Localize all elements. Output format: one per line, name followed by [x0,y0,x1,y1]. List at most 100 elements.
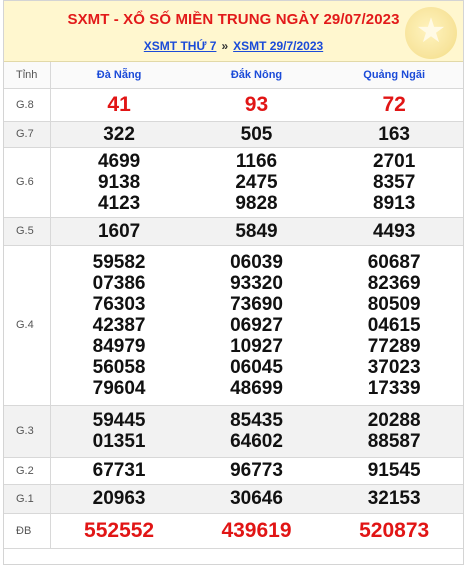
prize-cell: 32153 [325,484,463,514]
prize-number[interactable]: 96773 [188,460,326,481]
column-header-province[interactable]: Đắk Nông [187,62,326,89]
prize-number[interactable]: 10927 [188,336,326,357]
prize-row: G.3 59445 01351 85435 64602 20288 88587 [4,405,463,458]
prize-cell: 5849 [187,217,326,246]
prize-label: G.6 [4,147,51,218]
prize-number[interactable]: 2475 [188,172,326,193]
prize-label: G.5 [4,217,51,246]
prize-cell: 4493 [325,217,463,246]
prize-number[interactable]: 8913 [325,193,463,214]
prize-number[interactable]: 60687 [325,252,463,273]
prize-number[interactable]: 9138 [51,172,188,193]
prize-number[interactable]: 80509 [325,294,463,315]
nav-link-date[interactable]: XSMT 29/7/2023 [233,39,323,53]
column-header-province[interactable]: Quảng Ngãi [325,62,463,89]
prize-cell: 20288 88587 [325,405,463,458]
prize-number[interactable]: 59582 [51,252,188,273]
prize-number[interactable]: 93320 [188,273,326,294]
prize-number[interactable]: 07386 [51,273,188,294]
prize-number[interactable]: 42387 [51,315,188,336]
prize-number[interactable]: 82369 [325,273,463,294]
prize-number[interactable]: 73690 [188,294,326,315]
prize-cell: 520873 [325,513,463,549]
prize-cell: 91545 [325,457,463,485]
column-header-label: Tỉnh [4,62,51,89]
prize-number[interactable]: 32153 [325,488,463,509]
prize-number[interactable]: 520873 [325,520,463,541]
prize-number[interactable]: 56058 [51,357,188,378]
prize-number[interactable]: 93 [188,94,326,115]
prize-number[interactable]: 163 [325,124,463,145]
prize-number[interactable]: 17339 [325,378,463,399]
prize-number[interactable]: 77289 [325,336,463,357]
star-icon: ★ [405,7,457,59]
prize-number[interactable]: 20288 [325,410,463,431]
prize-cell: 67731 [50,457,188,485]
prize-number[interactable]: 76303 [51,294,188,315]
prize-number[interactable]: 2701 [325,151,463,172]
prize-number[interactable]: 06927 [188,315,326,336]
prize-cell: 1166 2475 9828 [187,147,326,218]
prize-number[interactable]: 41 [51,94,188,115]
prize-number[interactable]: 4699 [51,151,188,172]
prize-cell: 59582 07386 76303 42387 84979 56058 79604 [50,245,188,406]
prize-number[interactable]: 06039 [188,252,326,273]
results-panel: SXMT - XỔ SỐ MIỀN TRUNG NGÀY 29/07/2023 … [3,0,464,565]
prize-label: G.4 [4,245,51,406]
prize-number[interactable]: 8357 [325,172,463,193]
prize-row: G.6 4699 9138 4123 1166 2475 9828 2701 8357 8913 [4,147,463,218]
prize-cell: 552552 [50,513,188,549]
prize-label: G.3 [4,405,51,458]
prize-number[interactable]: 37023 [325,357,463,378]
prize-label: G.2 [4,457,51,485]
prize-cell: 1607 [50,217,188,246]
prize-number[interactable]: 64602 [188,431,326,452]
prize-number[interactable]: 552552 [51,520,188,541]
breadcrumb-separator: » [221,39,229,53]
prize-number[interactable]: 5849 [188,221,326,242]
prize-number[interactable]: 01351 [51,431,188,452]
prize-number[interactable]: 1166 [188,151,326,172]
prize-number[interactable]: 20963 [51,488,188,509]
prize-number[interactable]: 84979 [51,336,188,357]
prize-cell: 60687 82369 80509 04615 77289 37023 17339 [325,245,463,406]
column-header-province[interactable]: Đà Nẵng [50,62,188,89]
prize-label: G.7 [4,121,51,148]
prize-number[interactable]: 505 [188,124,326,145]
prize-row: G.4 59582 07386 76303 42387 84979 56058 79604 06… [4,245,463,406]
prize-cell: 505 [187,121,326,148]
prize-cell: 4699 9138 4123 [50,147,188,218]
prize-number[interactable]: 06045 [188,357,326,378]
prize-cell: 59445 01351 [50,405,188,458]
prize-cell: 2701 8357 8913 [325,147,463,218]
prize-number[interactable]: 439619 [188,520,326,541]
prize-row: G.7 322 505 163 [4,121,463,148]
prize-cell: 322 [50,121,188,148]
prize-number[interactable]: 48699 [188,378,326,399]
prize-number[interactable]: 67731 [51,460,188,481]
prize-row: G.5 1607 5849 4493 [4,217,463,246]
prize-number[interactable]: 322 [51,124,188,145]
prize-number[interactable]: 91545 [325,460,463,481]
prize-number[interactable]: 88587 [325,431,463,452]
prize-cell: 30646 [187,484,326,514]
prize-number[interactable]: 79604 [51,378,188,399]
prize-number[interactable]: 4493 [325,221,463,242]
prize-number[interactable]: 1607 [51,221,188,242]
prize-number[interactable]: 9828 [188,193,326,214]
prize-cell: 93 [187,88,326,122]
breadcrumb: XSMT THỨ 7 » XSMT 29/7/2023 [4,39,463,53]
results-table: Tỉnh Đà Nẵng Đắk Nông Quảng Ngãi G.8 41 93… [4,62,463,549]
results-header: SXMT - XỔ SỐ MIỀN TRUNG NGÀY 29/07/2023 … [4,1,463,62]
prize-cell: 41 [50,88,188,122]
prize-number[interactable]: 30646 [188,488,326,509]
prize-row: G.2 67731 96773 91545 [4,457,463,485]
prize-cell: 72 [325,88,463,122]
prize-number[interactable]: 72 [325,94,463,115]
prize-number[interactable]: 59445 [51,410,188,431]
prize-number[interactable]: 4123 [51,193,188,214]
nav-link-weekday[interactable]: XSMT THỨ 7 [144,39,217,53]
prize-number[interactable]: 04615 [325,315,463,336]
prize-number[interactable]: 85435 [188,410,326,431]
prize-row: ĐB 552552 439619 520873 [4,513,463,549]
